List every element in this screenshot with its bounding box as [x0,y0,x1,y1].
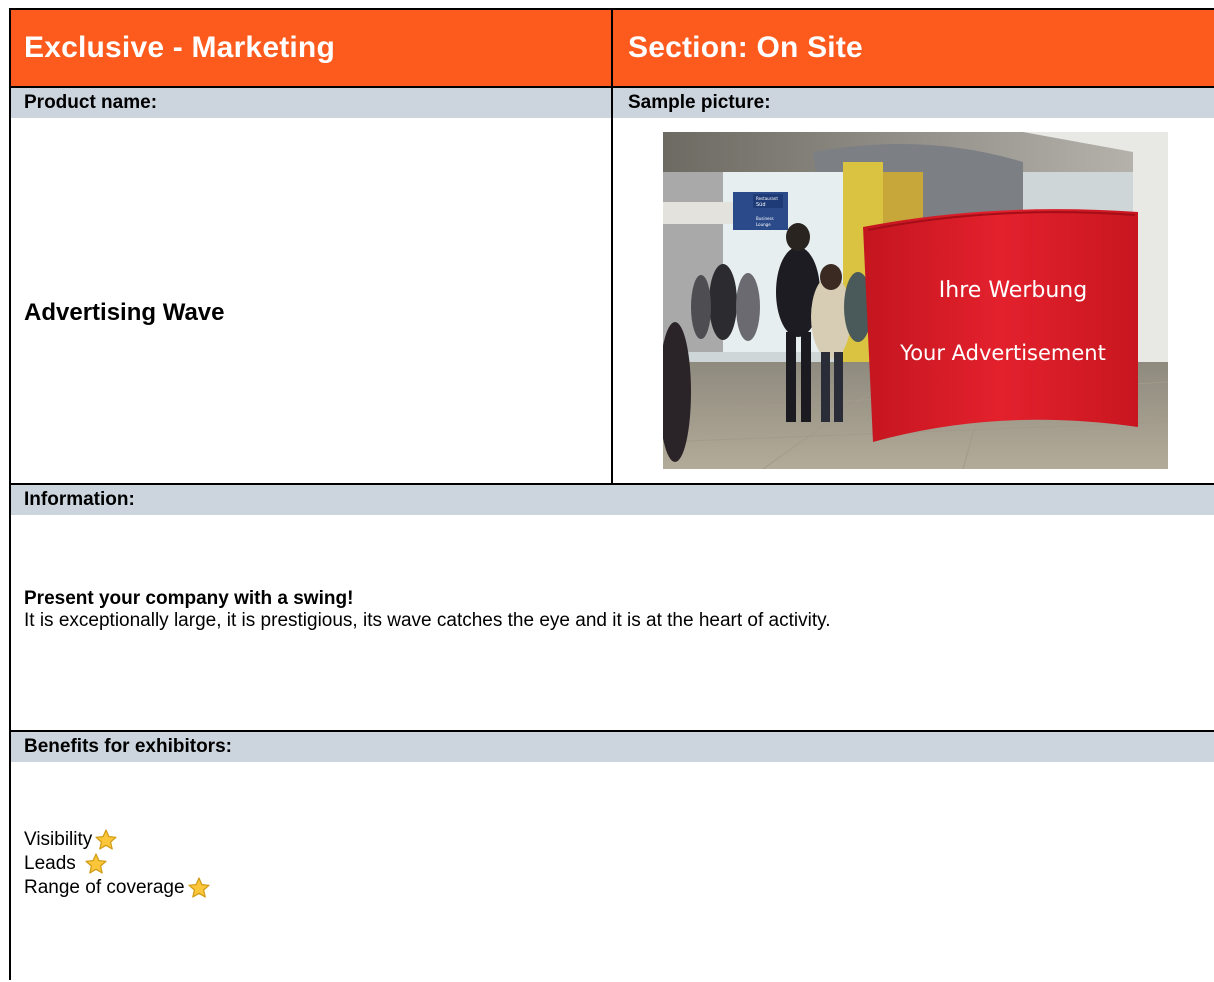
benefit-item: Range of coverage [24,876,211,900]
sample-photo: Ihre Werbung Your Advertisement Restaura… [663,132,1168,469]
product-name: Advertising Wave [24,298,225,326]
sign-text-3: Business [756,216,774,221]
sample-picture-label: Sample picture: [613,88,1214,118]
banner-text-1: Ihre Werbung [939,278,1087,303]
benefit-label: Visibility [24,829,93,850]
benefit-label: Range of coverage [24,877,185,898]
star-icon [95,829,117,850]
information-body: Present your company with a swing! It is… [11,515,1214,732]
benefits-body: Visibility Leads Range of coverage [11,762,1214,982]
header-title-left: Exclusive - Marketing [24,31,335,64]
information-text: It is exceptionally large, it is prestig… [24,610,831,631]
sign-text-1: Restaurant [756,196,778,201]
banner-text-2: Your Advertisement [899,341,1106,365]
product-sheet: Exclusive - Marketing Section: On Site P… [9,8,1214,980]
information-heading: Present your company with a swing! [24,588,354,609]
product-name-label: Product name: [11,88,613,118]
benefit-item: Visibility [24,828,118,852]
header-title-right: Section: On Site [628,31,863,64]
header-row: Exclusive - Marketing Section: On Site [11,10,1214,88]
sign-text-2: Süd [756,202,766,208]
header-left-cell: Exclusive - Marketing [11,10,613,86]
benefits-label: Benefits for exhibitors: [11,732,1214,762]
sample-picture-cell: Ihre Werbung Your Advertisement Restaura… [613,118,1214,483]
sign-text-4: Lounge [756,222,771,227]
label-row: Product name: Sample picture: [11,88,1214,119]
product-name-cell: Advertising Wave [11,118,613,483]
star-icon [187,877,210,898]
benefit-label: Leads [24,853,76,874]
header-right-cell: Section: On Site [613,10,1214,86]
star-icon [85,853,107,874]
benefit-item: Leads [24,852,108,876]
product-row: Advertising Wave Ihre Werbung Your Adver… [11,118,1214,485]
information-label: Information: [11,485,1214,515]
